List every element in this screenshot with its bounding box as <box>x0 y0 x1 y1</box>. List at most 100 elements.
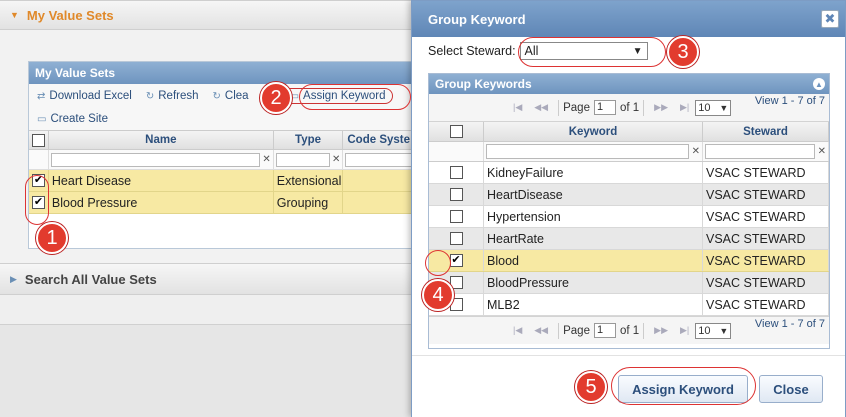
row-checkbox-cell[interactable] <box>429 184 484 205</box>
row-checkbox-cell[interactable] <box>429 162 484 183</box>
grid-filter-row: ✕ ✕ <box>429 142 829 162</box>
page-size-value: 10 <box>698 324 711 337</box>
row-checkbox[interactable] <box>449 166 463 179</box>
name-filter: ✕ <box>49 150 274 169</box>
create-site-label: Create Site <box>50 113 108 125</box>
code-system-filter-input[interactable] <box>345 152 417 167</box>
row-checkbox[interactable] <box>449 210 463 223</box>
column-header-code-system[interactable]: Code Syste <box>343 131 419 149</box>
download-excel-label: Download Excel <box>49 90 132 102</box>
close-button[interactable]: Close <box>759 375 823 403</box>
group-keywords-grid: Group Keywords ▲ |◀ ◀◀ Page 1 of 1 ▶▶ ▶|… <box>428 73 830 349</box>
keyword-cell: HeartDisease <box>484 184 703 205</box>
type-filter-input[interactable] <box>275 152 330 167</box>
table-row[interactable]: HeartDisease VSAC STEWARD <box>429 184 829 206</box>
value-set-type: Extensional <box>274 170 344 191</box>
annotation-marker-2: 2 <box>260 82 292 114</box>
grid-header-row: Keyword Steward <box>429 122 829 142</box>
close-icon[interactable]: ✖ <box>821 10 839 28</box>
last-page-icon[interactable]: ▶| <box>680 325 689 336</box>
chevron-down-icon: ▼ <box>719 325 729 336</box>
steward-cell: VSAC STEWARD <box>703 206 829 227</box>
table-row[interactable]: BloodPressure VSAC STEWARD <box>429 272 829 294</box>
page-of-label: of 1 <box>619 324 640 337</box>
clear-button[interactable]: ↻ Clea <box>213 90 249 102</box>
clear-filter-icon[interactable]: ✕ <box>818 146 826 157</box>
next-page-icon[interactable]: ▶▶ <box>654 325 668 336</box>
value-set-code-system <box>343 170 420 191</box>
column-header-steward[interactable]: Steward <box>703 122 829 141</box>
highlight-ring-blood-checkbox <box>425 250 451 276</box>
select-all-checkbox[interactable] <box>31 133 45 147</box>
prev-page-icon[interactable]: ◀◀ <box>534 102 548 113</box>
table-row[interactable]: ✔ Blood VSAC STEWARD <box>429 250 829 272</box>
table-row[interactable]: Hypertension VSAC STEWARD <box>429 206 829 228</box>
code-system-filter <box>343 150 420 169</box>
table-row[interactable]: ✔ Blood Pressure Grouping <box>29 192 420 214</box>
pager-separator <box>643 99 645 116</box>
table-row[interactable]: MLB2 VSAC STEWARD <box>429 294 829 316</box>
page-input[interactable]: 1 <box>593 100 616 115</box>
refresh-label: Refresh <box>158 90 199 102</box>
next-page-icon[interactable]: ▶▶ <box>654 102 668 113</box>
pager-separator <box>643 322 645 339</box>
download-excel-button[interactable]: ⇄ Download Excel <box>37 90 132 102</box>
first-page-icon[interactable]: |◀ <box>513 102 522 113</box>
last-page-icon[interactable]: ▶| <box>680 102 689 113</box>
name-filter-input[interactable] <box>50 152 261 167</box>
page-input[interactable]: 1 <box>593 323 616 338</box>
row-checkbox[interactable] <box>449 188 463 201</box>
dialog-title: Group Keyword <box>428 11 526 27</box>
page-size-select[interactable]: 10 ▼ <box>695 322 732 339</box>
steward-cell: VSAC STEWARD <box>703 250 829 271</box>
clear-label: Clea <box>224 90 249 102</box>
view-records-text: View 1 - 7 of 7 <box>754 95 825 107</box>
table-row[interactable]: HeartRate VSAC STEWARD <box>429 228 829 250</box>
download-icon: ⇄ <box>37 90 46 102</box>
clear-icon: ↻ <box>212 90 221 102</box>
chevron-right-icon: ▶ <box>10 273 17 284</box>
grid-title: Group Keywords ▲ <box>429 74 829 94</box>
window-icon: ▭ <box>37 113 47 125</box>
create-site-button[interactable]: ▭ Create Site <box>37 113 108 125</box>
select-all-checkbox[interactable] <box>449 125 463 138</box>
accordion-search-all-value-sets[interactable]: ▶ Search All Value Sets <box>0 263 420 295</box>
row-checkbox-cell[interactable] <box>429 206 484 227</box>
collapse-icon[interactable]: ▲ <box>813 78 825 90</box>
filter-spacer <box>429 142 484 161</box>
keyword-cell: Blood <box>484 250 703 271</box>
column-header-name[interactable]: Name <box>49 131 274 149</box>
select-all-cell[interactable] <box>429 122 484 141</box>
table-row[interactable]: ✔ Heart Disease Extensional <box>29 170 420 192</box>
refresh-button[interactable]: ↻ Refresh <box>146 90 199 102</box>
row-checkbox[interactable]: ✔ <box>449 254 463 267</box>
column-header-keyword[interactable]: Keyword <box>484 122 703 141</box>
annotation-marker-1: 1 <box>36 222 68 254</box>
row-checkbox[interactable] <box>449 232 463 245</box>
clear-filter-icon[interactable]: ✕ <box>332 154 340 165</box>
steward-filter-input[interactable] <box>705 144 815 159</box>
prev-page-icon[interactable]: ◀◀ <box>534 325 548 336</box>
steward-filter: ✕ <box>703 142 829 161</box>
steward-cell: VSAC STEWARD <box>703 294 829 315</box>
select-all-cell[interactable] <box>29 131 49 149</box>
page-size-select[interactable]: 10 ▼ <box>695 99 732 116</box>
grid-filter-row: ✕ ✕ <box>29 150 420 170</box>
first-page-icon[interactable]: |◀ <box>513 325 522 336</box>
value-set-name: Blood Pressure <box>49 192 274 213</box>
keyword-filter-input[interactable] <box>486 144 689 159</box>
value-set-type: Grouping <box>274 192 344 213</box>
accordion-my-value-sets[interactable]: ▼ My Value Sets <box>0 0 420 30</box>
row-checkbox-cell[interactable] <box>429 228 484 249</box>
value-set-code-system <box>343 192 420 213</box>
highlight-ring-checkboxes <box>25 175 49 225</box>
grid-header-row: Name Type Code Syste <box>29 130 419 150</box>
column-header-type[interactable]: Type <box>274 131 344 149</box>
keyword-cell: Hypertension <box>484 206 703 227</box>
table-row[interactable]: KidneyFailure VSAC STEWARD <box>429 162 829 184</box>
grid-pager-top: |◀ ◀◀ Page 1 of 1 ▶▶ ▶| 10 ▼ View 1 - 7 o… <box>429 94 829 122</box>
view-records-text: View 1 - 7 of 7 <box>754 318 825 330</box>
clear-filter-icon[interactable]: ✕ <box>262 154 270 165</box>
accordion-label: Search All Value Sets <box>24 271 157 287</box>
clear-filter-icon[interactable]: ✕ <box>692 146 700 157</box>
